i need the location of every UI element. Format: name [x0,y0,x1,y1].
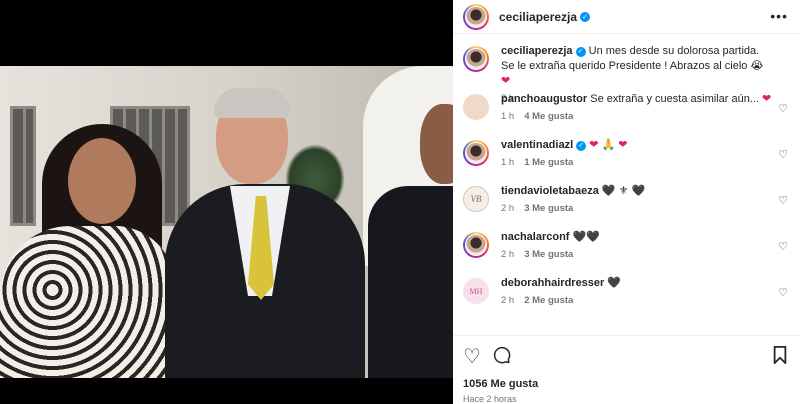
heart-icon[interactable]: ♡ [463,347,481,367]
comment-icon-svg [493,346,511,364]
heart-icon[interactable]: ♡ [778,286,788,299]
comment-likes[interactable]: 3 Me gusta [524,203,573,214]
comment-username[interactable]: tiendavioletabaeza [501,185,599,197]
photo-person-hair [214,88,290,118]
comment-likes[interactable]: 4 Me gusta [524,111,573,122]
comment-likes[interactable]: 1 Me gusta [524,157,573,168]
comments-list: ceciliaperezja ✓ Un mes desde su dolorosa… [453,34,800,336]
comment-item: valentinadiazl ✓ ❤ 🙏 ❤ 1 h 1 Me gusta ♡ [463,138,790,184]
caption-username[interactable]: ceciliaperezja [501,45,573,57]
comment-username[interactable]: deborahhairdresser [501,277,604,289]
verified-badge-icon: ✓ [580,11,591,22]
comment-icon[interactable] [493,346,511,368]
photo-person-jacket [0,226,175,378]
post-actions: ♡ 1056 Me gusta Hace 2 horas [453,335,800,404]
heart-icon[interactable]: ♡ [778,240,788,253]
caption: ceciliaperezja ✓ Un mes desde su dolorosa… [463,44,790,104]
comment-likes[interactable]: 2 Me gusta [524,295,573,306]
heart-icon[interactable]: ♡ [778,148,788,161]
heart-icon[interactable]: ♡ [778,102,788,115]
comment-item: VB tiendavioletabaeza 🖤 ⚜ 🖤 2 h 3 Me gust… [463,184,790,230]
comment-username[interactable]: panchoaugustor [501,93,587,105]
commenter-avatar[interactable] [463,94,489,120]
comment-time: 2 h [501,203,515,214]
comment-username[interactable]: nachalarconf [501,231,569,243]
bookmark-icon-svg [773,346,787,364]
verified-badge-icon: ✓ [575,46,586,57]
comment-time: 1 h [501,111,515,122]
author-avatar[interactable] [463,46,489,72]
commenter-avatar[interactable]: VB [463,186,489,212]
comment-likes[interactable]: 3 Me gusta [524,249,573,260]
bookmark-icon[interactable] [772,346,788,368]
comment-item: nachalarconf 🖤🖤 2 h 3 Me gusta ♡ [463,230,790,276]
comment-item: MH deborahhairdresser 🖤 2 h 2 Me gusta ♡ [463,276,790,322]
post-sidebar: ceciliaperezja ✓ ••• ceciliaperezja ✓ Un … [453,0,800,404]
heart-icon[interactable]: ♡ [778,194,788,207]
comment-time: 2 h [501,295,515,306]
commenter-avatar[interactable] [463,232,489,258]
photo-person-face [68,138,136,224]
comment-item: panchoaugustor Se extraña y cuesta asimi… [463,92,790,138]
post-timestamp: Hace 2 horas [463,394,517,404]
commenter-avatar[interactable]: MH [463,278,489,304]
comment-text: 🖤 ⚜ 🖤 [601,185,646,197]
comment-time: 1 h [501,157,515,168]
comment-text: ❤ 🙏 ❤ [589,139,628,151]
more-options-icon[interactable]: ••• [770,8,788,24]
media-panel [0,0,453,404]
photo-person-suit [368,186,453,378]
post-header: ceciliaperezja ✓ ••• [453,0,800,34]
post-photo[interactable] [0,66,453,378]
comment-text: 🖤🖤 [572,231,600,243]
comment-username[interactable]: valentinadiazl [501,139,573,151]
post-likes-count[interactable]: 1056 Me gusta [463,378,790,390]
commenter-avatar-initials: MH [469,286,483,296]
comment-text: Se extraña y cuesta asimilar aún... ❤ [590,93,772,105]
commenter-avatar[interactable] [463,140,489,166]
photo-person-face [420,104,453,184]
comment-text: 🖤 [607,277,622,289]
photo-window [10,106,36,226]
author-avatar[interactable] [463,3,489,30]
commenter-avatar-initials: VB [470,194,482,204]
comment-time: 2 h [501,249,515,260]
author-username[interactable]: ceciliaperezja [499,10,577,24]
verified-badge-icon: ✓ [576,140,587,151]
